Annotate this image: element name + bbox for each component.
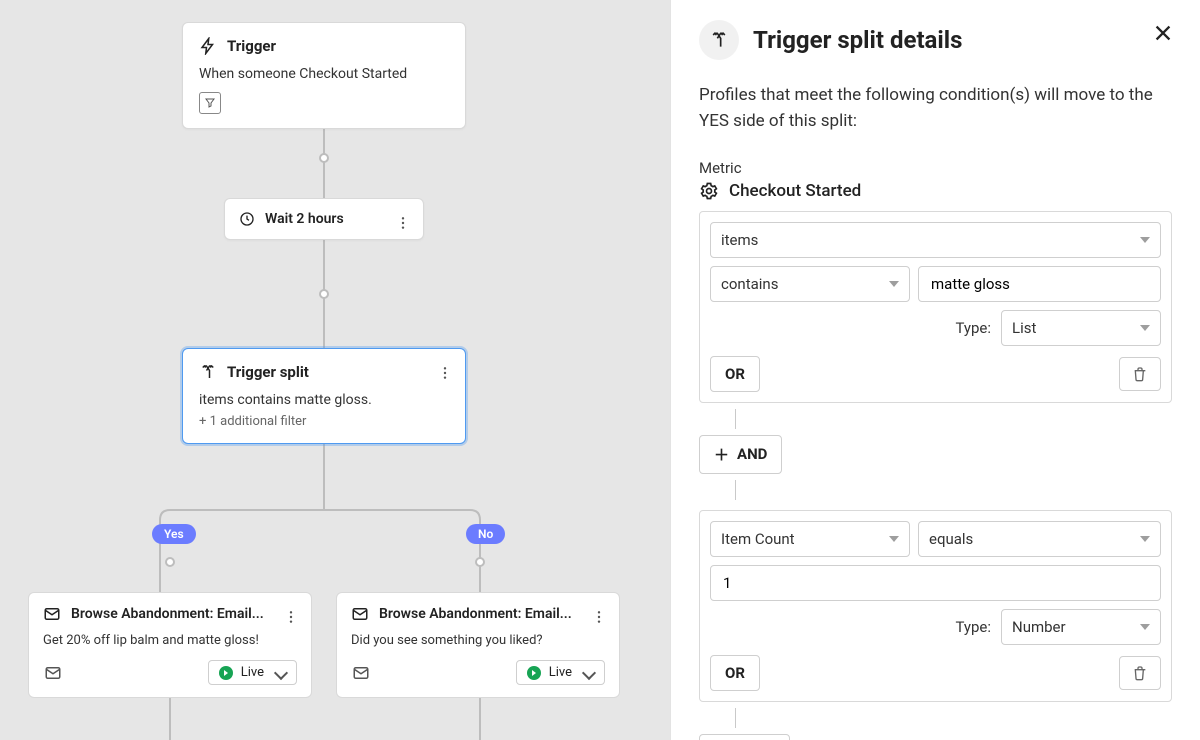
trigger-card[interactable]: Trigger When someone Checkout Started: [182, 22, 466, 129]
email-no-status: Live: [549, 665, 572, 680]
play-icon: [219, 666, 233, 680]
connector-line: [735, 409, 736, 429]
operator-select[interactable]: contains: [710, 266, 910, 302]
split-sub: + 1 additional filter: [199, 414, 449, 429]
email-no-more-button[interactable]: [585, 603, 613, 631]
split-icon: [699, 20, 739, 60]
value-input[interactable]: [710, 565, 1161, 601]
trigger-body: When someone Checkout Started: [199, 65, 449, 84]
filter-icon[interactable]: [199, 92, 221, 114]
trigger-title: Trigger: [227, 37, 276, 55]
email-no-body: Did you see something you liked?: [351, 633, 605, 648]
envelope-icon: [351, 605, 369, 623]
email-yes-status-button[interactable]: Live: [208, 660, 297, 685]
and-chip-button[interactable]: ＋AND: [699, 435, 782, 474]
play-icon: [527, 666, 541, 680]
type-label: Type:: [955, 319, 991, 337]
split-title: Trigger split: [227, 363, 309, 381]
chevron-down-icon: [582, 665, 596, 679]
wait-more-button[interactable]: [389, 209, 417, 237]
envelope-icon: [43, 605, 61, 623]
connector-line: [735, 480, 736, 500]
email-card-yes[interactable]: Browse Abandonment: Email... Get 20% off…: [28, 592, 312, 698]
envelope-outline-icon: [43, 663, 63, 683]
or-button[interactable]: OR: [710, 655, 760, 691]
no-pill: No: [466, 524, 505, 544]
property-select[interactable]: items: [710, 222, 1161, 258]
panel-title: Trigger split details: [753, 26, 962, 54]
condition-group-2: Item Count equals Type: Number OR: [699, 510, 1172, 702]
or-button[interactable]: OR: [710, 356, 760, 392]
and-button[interactable]: ＋AND: [699, 734, 790, 740]
gear-icon: [699, 181, 719, 201]
split-more-button[interactable]: [431, 359, 459, 387]
property-select[interactable]: Item Count: [710, 521, 910, 557]
split-icon: [199, 363, 217, 381]
wait-card[interactable]: Wait 2 hours: [224, 198, 424, 240]
email-yes-body: Get 20% off lip balm and matte gloss!: [43, 633, 297, 648]
panel-description: Profiles that meet the following conditi…: [699, 82, 1159, 135]
type-select[interactable]: List: [1001, 310, 1161, 346]
email-no-status-button[interactable]: Live: [516, 660, 605, 685]
connector-line: [735, 708, 736, 728]
metric-value: Checkout Started: [729, 181, 861, 201]
email-yes-more-button[interactable]: [277, 603, 305, 631]
close-button[interactable]: [1152, 22, 1174, 48]
delete-condition-button[interactable]: [1119, 656, 1161, 690]
value-input[interactable]: [918, 266, 1161, 302]
envelope-outline-icon: [351, 663, 371, 683]
split-body: items contains matte gloss.: [199, 391, 449, 410]
type-label: Type:: [955, 618, 991, 636]
email-yes-title: Browse Abandonment: Email...: [71, 606, 264, 622]
operator-select[interactable]: equals: [918, 521, 1161, 557]
email-card-no[interactable]: Browse Abandonment: Email... Did you see…: [336, 592, 620, 698]
clock-icon: [239, 211, 255, 227]
details-panel: Trigger split details Profiles that meet…: [670, 0, 1200, 740]
chevron-down-icon: [274, 665, 288, 679]
wait-text: Wait 2 hours: [265, 211, 344, 227]
delete-condition-button[interactable]: [1119, 357, 1161, 391]
type-select[interactable]: Number: [1001, 609, 1161, 645]
condition-group-1: items contains Type: List OR: [699, 211, 1172, 403]
metric-label: Metric: [699, 159, 1172, 177]
yes-pill: Yes: [152, 524, 196, 544]
trigger-split-card[interactable]: Trigger split items contains matte gloss…: [182, 348, 466, 444]
email-no-title: Browse Abandonment: Email...: [379, 606, 572, 622]
email-yes-status: Live: [241, 665, 264, 680]
lightning-icon: [199, 37, 217, 55]
